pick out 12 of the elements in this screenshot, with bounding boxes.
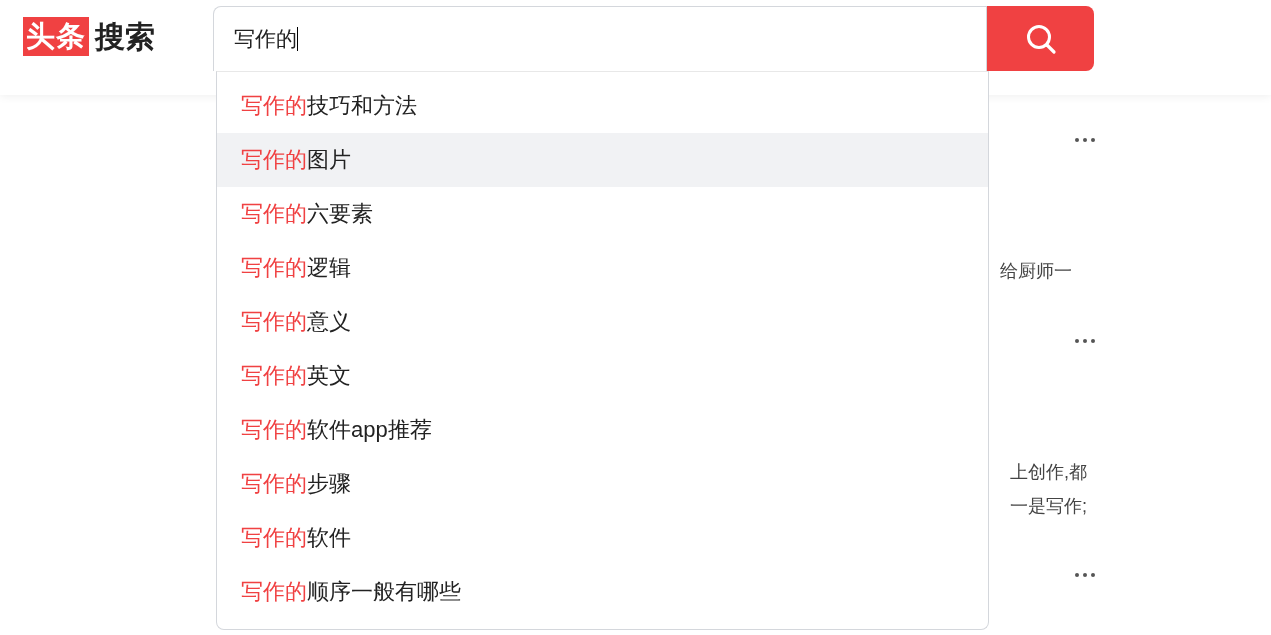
search-icon: [1024, 22, 1057, 55]
more-icon[interactable]: [1074, 137, 1096, 143]
search-field[interactable]: 写作的: [213, 6, 987, 71]
more-icon[interactable]: [1074, 338, 1096, 344]
result-snippet: 一是写作;: [1010, 495, 1087, 518]
result-snippet: 给厨师一: [1000, 260, 1072, 283]
result-snippet: 上创作,都: [1010, 461, 1087, 484]
logo-text: 搜索: [95, 19, 155, 55]
suggestion-item[interactable]: 写作的图片: [217, 133, 988, 187]
logo-badge: 头条: [23, 17, 89, 56]
more-icon[interactable]: [1074, 572, 1096, 578]
search-button[interactable]: [987, 6, 1094, 71]
